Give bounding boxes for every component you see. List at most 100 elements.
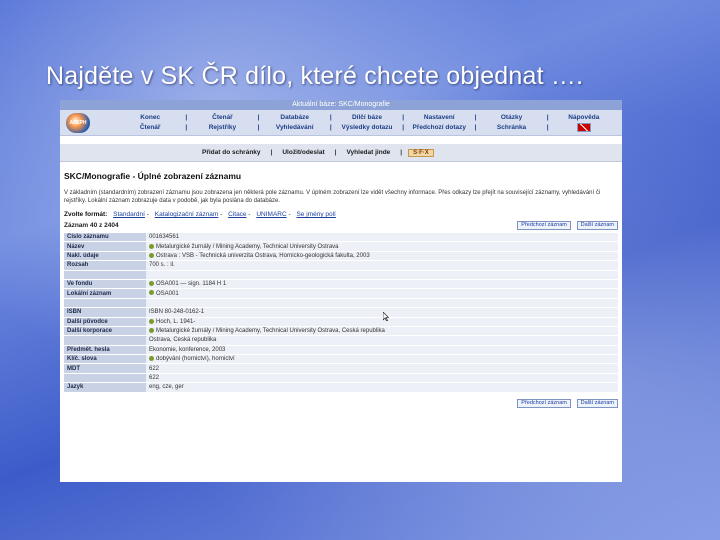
aleph-logo[interactable]: ALEPH [66, 113, 90, 133]
record-field-text: eng, cze, ger [149, 384, 184, 391]
format-citation-link[interactable]: Citace [228, 211, 246, 218]
record-field-value[interactable]: OSA001 — sign. 1184 H 1 [146, 279, 618, 290]
record-field-value[interactable]: Ostrava : VŠB - Technická univerzita Ost… [146, 251, 618, 262]
record-field-text: Ostrava, Česká republika [149, 337, 217, 344]
record-field-text: dobývání (hornictví), hornictví [156, 356, 235, 363]
save-send-button[interactable]: Uložit/odeslat [282, 149, 324, 156]
next-record-button[interactable]: Další záznam [576, 220, 618, 230]
record-field-label: Ve fondu [64, 279, 146, 290]
record-toolbar: Přidat do schránky | Uložit/odeslat | Vy… [60, 144, 622, 162]
record-field-value[interactable]: Metalurgické žurnály / Mining Academy, T… [146, 241, 618, 252]
record-field-value [146, 298, 618, 309]
format-standard-link[interactable]: Standardní [113, 211, 145, 218]
record-row: Klíč. slova dobývání (hornictví), hornict… [64, 354, 618, 365]
record-field-label: Klíč. slova [64, 354, 146, 365]
record-field-label: Nakl. údaje [64, 251, 146, 262]
record-field-value: 700 s. : il. [146, 260, 618, 271]
record-field-value: ISBN 80-248-0162-1 [146, 307, 618, 318]
record-field-value [146, 270, 618, 280]
record-field-label [64, 298, 146, 309]
record-field-label [64, 335, 146, 346]
record-row: Rozsah 700 s. : il. [64, 260, 618, 271]
record-field-value[interactable]: Hoch, L. 1941- [146, 317, 618, 327]
record-field-text: Metalurgické žurnály / Mining Academy, T… [156, 243, 339, 250]
record-field-label: Název [64, 241, 146, 252]
link-bullet-icon [149, 252, 154, 258]
add-to-basket-button[interactable]: Přidat do schránky [202, 149, 261, 156]
menu-basket[interactable]: Schránka [477, 124, 545, 131]
search-elsewhere-button[interactable]: Vyhledat jinde [346, 149, 390, 156]
record-row: Nakl. údaje Ostrava : VŠB - Technická uni… [64, 251, 618, 262]
record-field-label: Další korporace [64, 326, 146, 337]
menu-sub-database[interactable]: Dílčí báze [333, 114, 401, 121]
link-bullet-icon [149, 328, 154, 334]
previous-record-button-bottom[interactable]: Předchozí záznam [517, 398, 571, 408]
record-field-value: 622 [146, 373, 618, 384]
record-field-text: 622 [149, 375, 160, 382]
menu-indexes[interactable]: Rejstříky [188, 124, 256, 131]
record-field-text: 622 [149, 365, 160, 372]
record-field-value[interactable]: Metalurgické žurnály / Mining Academy, T… [146, 326, 618, 337]
record-field-label: Předmět. hesla [64, 345, 146, 356]
record-table: Číslo záznamu 001634561 Název Metalurgické … [64, 233, 618, 393]
mouse-cursor-icon [383, 312, 389, 321]
record-position: Záznam 40 z 2404 [64, 221, 119, 229]
next-record-button-bottom[interactable]: Další záznam [576, 398, 618, 408]
menu-reader-2[interactable]: Čtenář [116, 124, 184, 131]
record-field-text: Ostrava : VŠB - Technická univerzita Ost… [156, 252, 370, 259]
record-field-text: ISBN 80-248-0162-1 [149, 309, 205, 316]
spacer [60, 136, 622, 144]
catalog-screenshot: Aktuální báze: SKC/Monografie ALEPH Kone… [60, 100, 622, 482]
record-field-value[interactable]: dobývání (hornictví), hornictví [146, 354, 618, 365]
record-row: Ve fondu OSA001 — sign. 1184 H 1 [64, 279, 618, 290]
format-field-names-link[interactable]: Se jmény polí [296, 211, 335, 218]
record-row [64, 298, 618, 309]
menu-help[interactable]: Nápověda [550, 114, 618, 121]
menu-end[interactable]: Konec [116, 114, 184, 121]
record-field-value: Ostrava, Česká republika [146, 335, 618, 346]
menu-row-secondary: Čtenář | Rejstříky | Vyhledávání | Výsledky… [116, 122, 618, 132]
current-database-label: Aktuální báze: SKC/Monografie [60, 100, 622, 110]
english-flag-icon[interactable] [550, 122, 618, 132]
record-field-label [64, 373, 146, 384]
menu-reader[interactable]: Čtenář [188, 114, 256, 121]
record-field-text: Metalurgické žurnály / Mining Academy, T… [156, 328, 385, 335]
record-field-label [64, 270, 146, 280]
record-field-text: OSA001 [156, 290, 179, 297]
record-title: SKC/Monografie - Úplné zobrazení záznamu [64, 171, 242, 181]
menu-results[interactable]: Výsledky dotazu [333, 124, 401, 131]
record-row: Číslo záznamu 001634561 [64, 233, 618, 243]
format-catalog-link[interactable]: Katalogizační záznam [155, 211, 219, 218]
record-field-label: Rozsah [64, 260, 146, 271]
record-field-text: 001634561 [149, 234, 180, 241]
menu-questions[interactable]: Otázky [477, 114, 545, 121]
menu-previous-queries[interactable]: Předchozí dotazy [405, 124, 473, 131]
format-unimarc-link[interactable]: UNIMARC [256, 211, 286, 218]
record-row [64, 270, 618, 280]
link-bullet-icon [149, 290, 154, 296]
record-row: MDT 622 [64, 363, 618, 374]
record-field-value: eng, cze, ger [146, 382, 618, 393]
toolbar-separator: | [270, 149, 273, 156]
record-field-value[interactable]: OSA001 [146, 288, 618, 299]
record-row: Název Metalurgické žurnály / Mining Acade… [64, 241, 618, 252]
record-field-text: Ekonomie, konference, 2003 [149, 346, 226, 353]
toolbar-separator: | [400, 149, 403, 156]
record-row: Jazyk eng, cze, ger [64, 382, 618, 393]
menu-database[interactable]: Databáze [261, 114, 329, 121]
main-menu: ALEPH Konec | Čtenář | Databáze | Dílčí báz… [60, 110, 622, 136]
link-bullet-icon [149, 281, 154, 287]
menu-search[interactable]: Vyhledávání [261, 124, 329, 131]
toolbar-separator: | [334, 149, 337, 156]
record-field-value: Ekonomie, konference, 2003 [146, 345, 618, 356]
format-label: Zvolte formát: [64, 211, 108, 218]
record-field-label: Jazyk [64, 382, 146, 393]
previous-record-button[interactable]: Předchozí záznam [517, 220, 571, 230]
uk-flag-icon [576, 122, 591, 132]
slide-title: Najděte v SK ČR dílo, které chcete objed… [46, 62, 584, 90]
link-bullet-icon [149, 318, 154, 324]
record-row: Předmět. hesla Ekonomie, konference, 2003 [64, 345, 618, 356]
menu-settings[interactable]: Nastavení [405, 114, 473, 121]
sfx-button[interactable]: S·F·X [408, 148, 434, 157]
link-bullet-icon [149, 243, 154, 249]
